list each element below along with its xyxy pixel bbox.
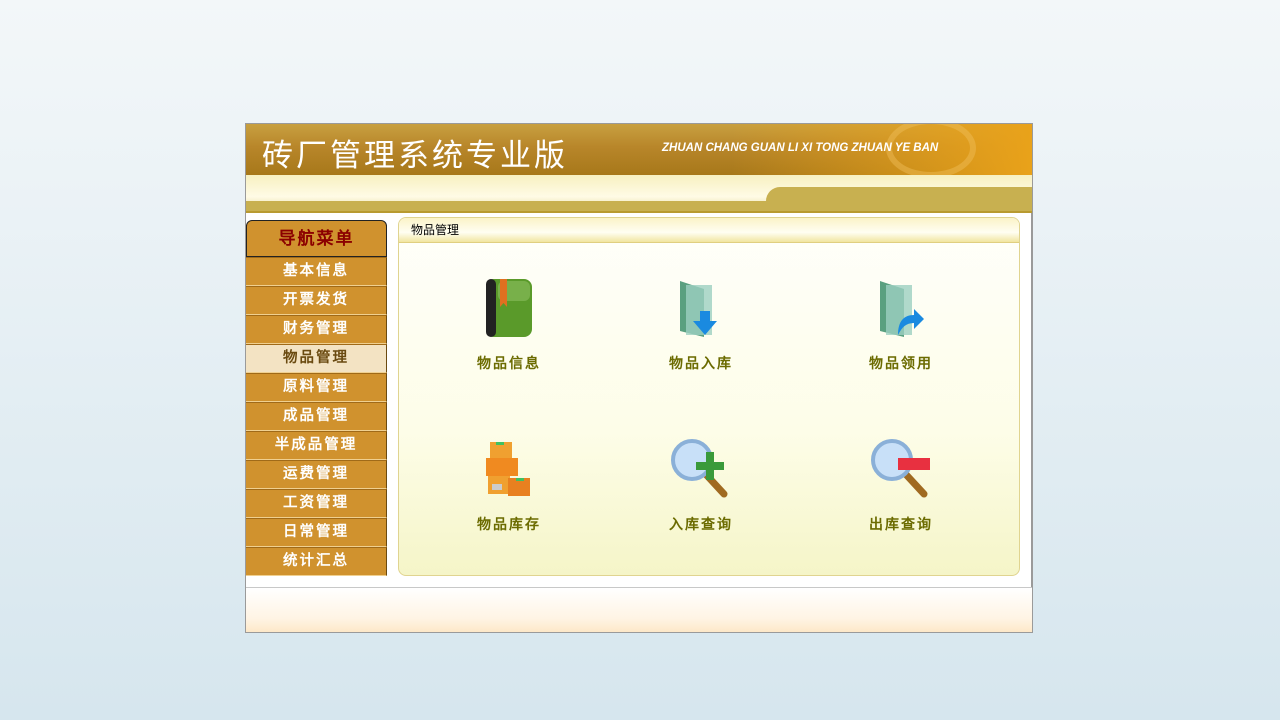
search-minus-icon <box>870 438 932 500</box>
divider <box>246 211 1032 213</box>
folder-share-icon <box>870 277 932 339</box>
app-title: 砖厂管理系统专业版 <box>262 130 568 175</box>
tile-label: 出库查询 <box>831 514 971 534</box>
nav-item-basic-info[interactable]: 基本信息 <box>246 257 387 286</box>
app-frame: 砖厂管理系统专业版 ZHUAN CHANG GUAN LI XI TONG ZH… <box>245 123 1033 633</box>
tile-label: 物品入库 <box>631 353 771 373</box>
nav-item-goods[interactable]: 物品管理 <box>246 344 387 373</box>
footer <box>246 587 1032 632</box>
search-plus-icon <box>670 438 732 500</box>
nav-title: 导航菜单 <box>246 220 387 257</box>
nav-item-statistics[interactable]: 统计汇总 <box>246 547 387 576</box>
nav-menu: 导航菜单 基本信息 开票发货 财务管理 物品管理 原料管理 成品管理 半成品管理… <box>246 220 387 576</box>
tile-label: 物品库存 <box>439 514 579 534</box>
tile-goods-inbound[interactable]: 物品入库 <box>631 277 771 373</box>
nav-item-invoicing[interactable]: 开票发货 <box>246 286 387 315</box>
panel-title: 物品管理 <box>399 218 1019 243</box>
header-banner: 砖厂管理系统专业版 ZHUAN CHANG GUAN LI XI TONG ZH… <box>246 124 1032 175</box>
nav-item-semi-products[interactable]: 半成品管理 <box>246 431 387 460</box>
tile-inbound-query[interactable]: 入库查询 <box>631 438 771 534</box>
folder-download-icon <box>670 277 732 339</box>
nav-item-wages[interactable]: 工资管理 <box>246 489 387 518</box>
tile-goods-info[interactable]: 物品信息 <box>439 277 579 373</box>
book-icon <box>478 277 540 339</box>
tile-outbound-query[interactable]: 出库查询 <box>831 438 971 534</box>
tile-goods-stock[interactable]: 物品库存 <box>439 438 579 534</box>
nav-item-freight[interactable]: 运费管理 <box>246 460 387 489</box>
nav-item-materials[interactable]: 原料管理 <box>246 373 387 402</box>
tile-label: 入库查询 <box>631 514 771 534</box>
app-subtitle: ZHUAN CHANG GUAN LI XI TONG ZHUAN YE BAN <box>662 142 938 154</box>
nav-item-products[interactable]: 成品管理 <box>246 402 387 431</box>
tile-label: 物品领用 <box>831 353 971 373</box>
header-band <box>246 175 1032 211</box>
tile-label: 物品信息 <box>439 353 579 373</box>
nav-item-finance[interactable]: 财务管理 <box>246 315 387 344</box>
content-panel: 物品管理 物品信息 物品入库 物品领用 物品库存 入库查询 出库查询 <box>398 217 1020 576</box>
boxes-icon <box>478 438 540 500</box>
tile-goods-requisition[interactable]: 物品领用 <box>831 277 971 373</box>
nav-item-daily[interactable]: 日常管理 <box>246 518 387 547</box>
